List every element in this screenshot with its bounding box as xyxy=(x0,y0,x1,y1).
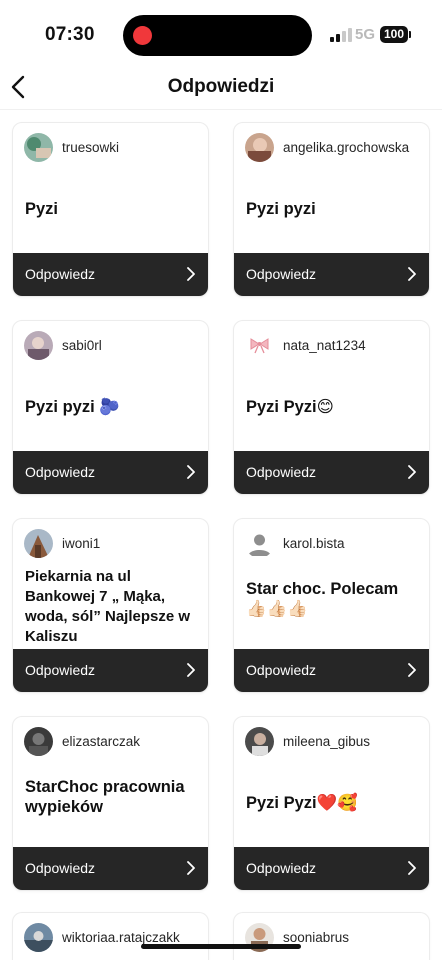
reply-card: elizastarczak StarChoc pracownia wypiekó… xyxy=(12,716,209,891)
username[interactable]: elizastarczak xyxy=(62,734,140,749)
avatar[interactable] xyxy=(24,331,53,360)
reply-button[interactable]: Odpowiedz xyxy=(234,649,429,692)
username[interactable]: angelika.grochowska xyxy=(283,140,409,155)
chevron-right-icon xyxy=(187,663,195,677)
chevron-right-icon xyxy=(187,465,195,479)
avatar[interactable] xyxy=(245,727,274,756)
card-header: karol.bista xyxy=(245,529,421,559)
reply-button[interactable]: Odpowiedz xyxy=(13,649,208,692)
bow-icon xyxy=(250,338,269,354)
answer-text: Star choc. Polecam 👍🏻👍🏻👍🏻 xyxy=(246,580,399,618)
reply-button[interactable]: Odpowiedz xyxy=(234,253,429,296)
username[interactable]: sabi0rl xyxy=(62,338,102,353)
chevron-right-icon xyxy=(408,465,416,479)
chevron-right-icon xyxy=(187,267,195,281)
reply-card: wiktoriaa.ratajczakk xyxy=(12,912,209,960)
username[interactable]: iwoni1 xyxy=(62,536,100,551)
dynamic-island xyxy=(123,15,312,56)
card-header: sabi0rl xyxy=(24,331,200,361)
answer-text: Pyzi pyzi 🫐 xyxy=(25,398,120,416)
chevron-right-icon xyxy=(408,663,416,677)
reply-card: truesowki Pyzi Odpowiedz xyxy=(12,122,209,297)
answer-text: Pyzi Pyzi❤️🥰 xyxy=(246,794,358,812)
chevron-right-icon xyxy=(187,861,195,875)
reply-button[interactable]: Odpowiedz xyxy=(234,847,429,890)
avatar[interactable] xyxy=(24,529,53,558)
reply-button-label: Odpowiedz xyxy=(246,662,317,678)
avatar[interactable] xyxy=(24,133,53,162)
reply-button-label: Odpowiedz xyxy=(246,464,317,480)
reply-button-label: Odpowiedz xyxy=(246,266,317,282)
answer-text: Pyzi Pyzi😊 xyxy=(246,398,334,416)
reply-card: mileena_gibus Pyzi Pyzi❤️🥰 Odpowiedz xyxy=(233,716,430,891)
username[interactable]: nata_nat1234 xyxy=(283,338,366,353)
username[interactable]: wiktoriaa.ratajczakk xyxy=(62,930,180,945)
battery-tip xyxy=(409,31,411,38)
status-bar: 07:30 5G 100 xyxy=(0,0,442,64)
reply-card: iwoni1 Piekarnia na ul Bankowej 7 „ Mąka… xyxy=(12,518,209,693)
page-title: Odpowiedzi xyxy=(167,76,275,97)
answer-text: StarChoc pracownia wypieków xyxy=(25,778,185,816)
avatar[interactable] xyxy=(24,727,53,756)
reply-button-label: Odpowiedz xyxy=(25,860,96,876)
reply-button[interactable]: Odpowiedz xyxy=(13,847,208,890)
chevron-right-icon xyxy=(408,861,416,875)
reply-button-label: Odpowiedz xyxy=(25,266,96,282)
default-avatar-icon[interactable] xyxy=(245,529,274,558)
username[interactable]: truesowki xyxy=(62,140,119,155)
avatar[interactable] xyxy=(245,133,274,162)
header: Odpowiedzi xyxy=(0,64,442,110)
home-indicator[interactable] xyxy=(141,944,301,949)
answer-text: Pyzi xyxy=(25,200,59,218)
network-type: 5G xyxy=(355,26,376,43)
answer-text: Pyzi pyzi xyxy=(246,200,316,218)
recording-indicator-icon xyxy=(133,26,152,45)
card-header: nata_nat1234 xyxy=(245,331,421,361)
reply-card: karol.bista Star choc. Polecam 👍🏻👍🏻👍🏻 Od… xyxy=(233,518,430,693)
reply-button[interactable]: Odpowiedz xyxy=(234,451,429,494)
card-header: angelika.grochowska xyxy=(245,133,421,163)
cellular-signal-icon xyxy=(330,27,352,42)
reply-button[interactable]: Odpowiedz xyxy=(13,253,208,296)
reply-button-label: Odpowiedz xyxy=(246,860,317,876)
username[interactable]: karol.bista xyxy=(283,536,345,551)
card-header: iwoni1 xyxy=(24,529,200,559)
reply-button-label: Odpowiedz xyxy=(25,662,96,678)
avatar[interactable] xyxy=(245,331,274,360)
reply-button[interactable]: Odpowiedz xyxy=(13,451,208,494)
card-header: mileena_gibus xyxy=(245,727,421,757)
reply-card: sooniabrus xyxy=(233,912,430,960)
reply-card: angelika.grochowska Pyzi pyzi Odpowiedz xyxy=(233,122,430,297)
card-header: truesowki xyxy=(24,133,200,163)
reply-card: nata_nat1234 Pyzi Pyzi😊 Odpowiedz xyxy=(233,320,430,495)
username[interactable]: sooniabrus xyxy=(283,930,349,945)
battery-icon: 100 xyxy=(380,26,408,43)
card-header: elizastarczak xyxy=(24,727,200,757)
status-time: 07:30 xyxy=(45,24,95,45)
username[interactable]: mileena_gibus xyxy=(283,734,370,749)
answer-text: Piekarnia na ul Bankowej 7 „ Mąka, woda,… xyxy=(25,568,191,645)
avatar[interactable] xyxy=(24,923,53,952)
chevron-right-icon xyxy=(408,267,416,281)
reply-card: sabi0rl Pyzi pyzi 🫐 Odpowiedz xyxy=(12,320,209,495)
reply-button-label: Odpowiedz xyxy=(25,464,96,480)
